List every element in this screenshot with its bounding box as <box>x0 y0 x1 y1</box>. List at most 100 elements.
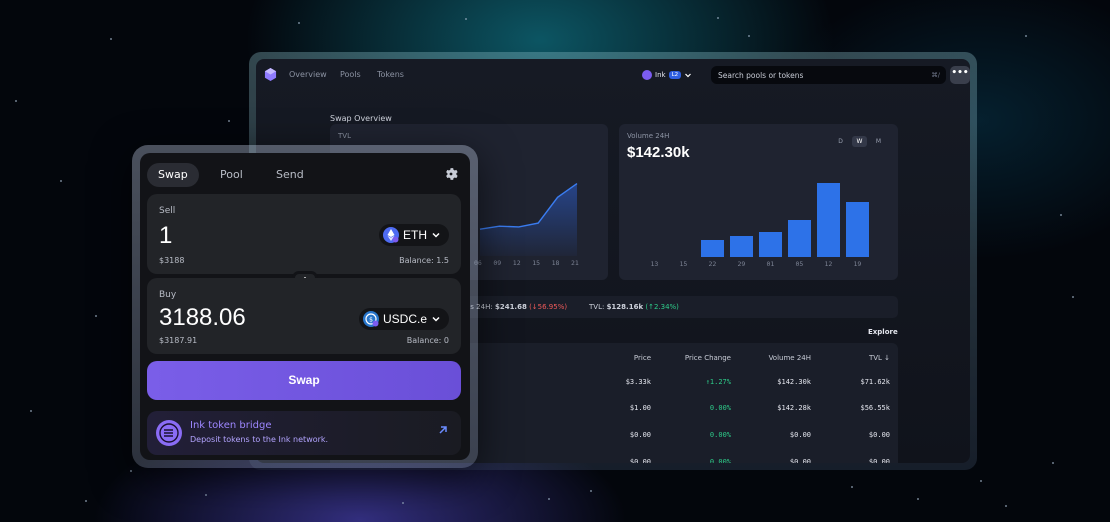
volume-tick-label: 22 <box>708 260 717 268</box>
volume-tick-label: 19 <box>853 260 862 268</box>
eth-token-icon <box>383 227 399 243</box>
buy-usd-value: $3187.91 <box>159 336 198 345</box>
volume-bar[interactable] <box>701 240 724 257</box>
tab-pool[interactable]: Pool <box>209 163 254 187</box>
tvl-stat-label: TVL: <box>589 303 605 311</box>
chevron-down-icon <box>432 316 440 322</box>
volume-bar[interactable] <box>788 220 811 257</box>
tvl-tick-label: 09 <box>493 259 502 267</box>
search-input[interactable]: Search pools or tokens ⌘/ <box>711 66 946 84</box>
tab-swap[interactable]: Swap <box>147 163 199 187</box>
nav-overview[interactable]: Overview <box>289 70 327 79</box>
ink-logo-icon <box>156 420 182 446</box>
tvl-tick-label: 12 <box>512 259 521 267</box>
tvl-stat-change: (↑2.34%) <box>645 303 679 311</box>
ink-bridge-banner[interactable]: Ink token bridge Deposit tokens to the I… <box>147 411 461 455</box>
tab-send[interactable]: Send <box>265 163 315 187</box>
settings-gear-icon[interactable] <box>444 167 458 181</box>
header-price[interactable]: Price <box>634 354 651 362</box>
nav-tokens[interactable]: Tokens <box>377 70 404 79</box>
change-cell: 0.00% <box>709 458 731 463</box>
usdc-token-icon: $ <box>362 311 379 327</box>
volume-value: $142.30k <box>627 144 690 161</box>
volume-stat-change: (↓56.95%) <box>529 303 568 311</box>
star <box>402 502 404 504</box>
nav-pools[interactable]: Pools <box>340 70 361 79</box>
swap-widget: Swap Pool Send Sell 1 ETH $3188 Balance:… <box>132 145 478 468</box>
volume-cell: $0.00 <box>789 458 811 463</box>
volume-cell: $0.00 <box>789 431 811 439</box>
chain-badge: L2 <box>668 71 682 79</box>
price-cell: $3.33k <box>625 378 651 386</box>
header-volume[interactable]: Volume 24H <box>769 354 811 362</box>
app-logo-icon[interactable] <box>264 68 277 81</box>
sell-panel[interactable]: Sell 1 ETH $3188 Balance: 1.5 <box>147 194 461 274</box>
volume-tick-label: 05 <box>795 260 804 268</box>
chain-selector[interactable]: Ink L2 <box>642 68 692 82</box>
bridge-subtitle: Deposit tokens to the Ink network. <box>190 435 329 444</box>
chain-name: Ink <box>655 71 666 79</box>
volume-tick-label: 12 <box>824 260 833 268</box>
star <box>465 18 467 20</box>
timeframe-toggle: D W M <box>833 136 886 147</box>
volume-bar[interactable] <box>730 236 753 257</box>
change-cell: ↑1.27% <box>705 378 731 386</box>
star <box>110 38 112 40</box>
tvl-tick-label: 15 <box>532 259 541 267</box>
volume-stat: es 24H: $241.68 (↓56.95%) <box>466 303 567 311</box>
volume-bar[interactable] <box>846 202 869 257</box>
buy-panel[interactable]: Buy 3188.06 $ USDC.e $3187.91 Balance: 0 <box>147 278 461 354</box>
buy-amount-input[interactable]: 3188.06 <box>159 304 246 332</box>
volume-bar[interactable] <box>759 232 782 257</box>
buy-label: Buy <box>159 290 177 300</box>
volume-stat-value: $241.68 <box>494 303 527 311</box>
star <box>30 410 32 412</box>
header-tvl[interactable]: TVL ↓ <box>869 354 890 362</box>
star <box>748 35 750 37</box>
change-cell: 0.00% <box>709 404 731 412</box>
toggle-month[interactable]: M <box>871 136 886 147</box>
header-price-change[interactable]: Price Change <box>685 354 731 362</box>
chevron-down-icon <box>685 73 692 78</box>
volume-tick-label: 15 <box>679 260 688 268</box>
sell-token-selector[interactable]: ETH <box>379 224 449 246</box>
tvl-tick-label: 18 <box>551 259 560 267</box>
star <box>130 470 132 472</box>
star <box>1052 462 1054 464</box>
star <box>205 494 207 496</box>
toggle-day[interactable]: D <box>833 136 848 147</box>
sell-label: Sell <box>159 206 176 216</box>
section-title: Swap Overview <box>330 114 392 123</box>
volume-bar[interactable] <box>817 183 840 257</box>
star <box>548 498 550 500</box>
volume-cell: $142.30k <box>777 378 811 386</box>
price-cell: $0.00 <box>629 458 651 463</box>
star <box>590 490 592 492</box>
star <box>1005 505 1007 507</box>
star <box>15 100 17 102</box>
tvl-cell: $0.00 <box>868 458 890 463</box>
chevron-down-icon <box>432 232 440 238</box>
volume-cell: $142.28k <box>777 404 811 412</box>
star <box>717 17 719 19</box>
top-navigation: Overview Pools Tokens Ink L2 Search pool… <box>256 59 970 92</box>
sell-amount-input[interactable]: 1 <box>159 222 172 250</box>
search-shortcut: ⌘/ <box>931 71 940 79</box>
explore-link[interactable]: Explore <box>868 328 898 336</box>
star <box>228 120 230 122</box>
star <box>980 480 982 482</box>
tvl-cell: $0.00 <box>868 431 890 439</box>
sell-usd-value: $3188 <box>159 256 185 265</box>
search-placeholder: Search pools or tokens <box>718 71 804 80</box>
ink-chain-icon <box>642 70 652 80</box>
buy-token-selector[interactable]: $ USDC.e <box>358 308 449 330</box>
more-menu-button[interactable]: ••• <box>950 66 970 84</box>
swap-button[interactable]: Swap <box>147 361 461 400</box>
change-cell: 0.00% <box>709 431 731 439</box>
volume-label: Volume 24H <box>627 132 670 140</box>
star <box>85 500 87 502</box>
toggle-week[interactable]: W <box>852 136 867 147</box>
tvl-cell: $71.62k <box>860 378 890 386</box>
bridge-title: Ink token bridge <box>190 420 272 431</box>
tvl-cell: $56.55k <box>860 404 890 412</box>
